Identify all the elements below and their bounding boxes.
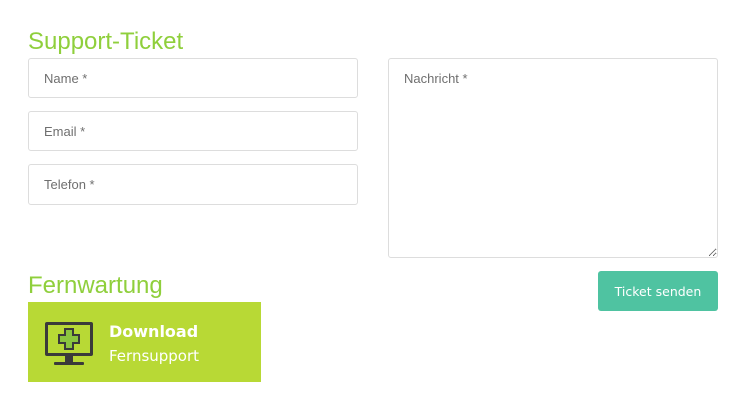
download-label: Download <box>109 322 199 341</box>
support-ticket-heading: Support-Ticket <box>28 28 184 55</box>
monitor-plus-icon <box>45 322 93 365</box>
remote-support-heading: Fernwartung <box>28 272 163 299</box>
download-remote-support-button[interactable]: Download Fernsupport <box>28 302 261 382</box>
message-field[interactable] <box>388 58 718 258</box>
name-field[interactable] <box>28 58 358 98</box>
phone-field[interactable] <box>28 164 358 205</box>
remote-support-label: Fernsupport <box>109 347 200 365</box>
submit-ticket-button[interactable]: Ticket senden <box>598 271 718 311</box>
email-field[interactable] <box>28 111 358 151</box>
